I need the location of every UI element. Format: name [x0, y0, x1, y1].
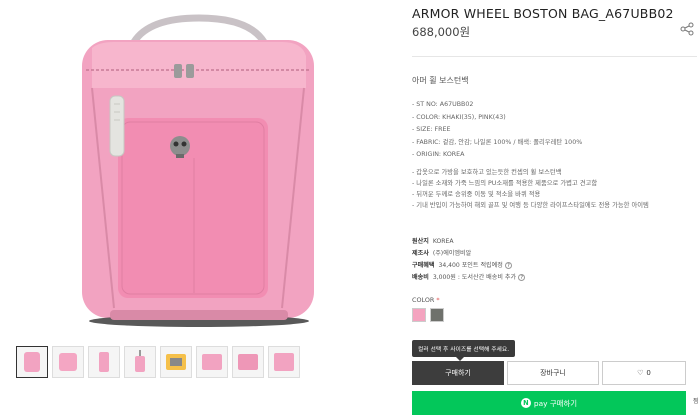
- thumbnail-7[interactable]: [232, 346, 264, 378]
- color-label-text: COLOR: [412, 296, 435, 304]
- product-subtitle: 아머 휠 보스턴백: [412, 76, 469, 85]
- npay-button[interactable]: N pay 구매하기: [412, 391, 686, 415]
- thumbnail-4[interactable]: [124, 346, 156, 378]
- thumbnail-5[interactable]: [160, 346, 192, 378]
- like-count: 0: [646, 369, 651, 377]
- share-icon[interactable]: [680, 22, 694, 36]
- color-option-label: COLOR *: [412, 296, 440, 304]
- maker-label: 제조사: [412, 250, 429, 257]
- help-icon[interactable]: ?: [518, 273, 526, 281]
- spec-item: - ORIGIN: KOREA: [412, 151, 465, 159]
- bag-side-thumb: [99, 352, 109, 372]
- spec-item: - FABRIC: 겉감, 안감; 나일론 100% / 배색: 폴리우레탄 1…: [412, 138, 583, 146]
- pink-wheel-bag-illustration: [82, 14, 314, 327]
- spec-item: - ST NO: A67UBB02: [412, 101, 474, 108]
- benefit-label: 구매혜택: [412, 262, 435, 269]
- thumbnail-2[interactable]: [52, 346, 84, 378]
- action-buttons: 구매하기 장바구니 ♡ 0: [412, 361, 686, 385]
- thumbnail-1[interactable]: [16, 346, 48, 378]
- heart-icon: ♡: [637, 369, 644, 377]
- cart-button[interactable]: 장바구니: [507, 361, 599, 385]
- bag-back-thumb: [274, 353, 294, 371]
- benefit-value: 34,400 포인트 적립예정: [438, 262, 503, 269]
- product-info-panel: ARMOR WHEEL BOSTON BAG_A67UBB02 688,000원…: [412, 0, 700, 420]
- thumbnail-6[interactable]: [196, 346, 228, 378]
- bag-front-thumb: [24, 352, 40, 372]
- select-tooltip: 컬러 선택 후 사이즈를 선택해 주세요.: [412, 340, 516, 361]
- product-main-image[interactable]: [14, 8, 384, 338]
- npay-logo-icon: N: [520, 398, 531, 408]
- thumbnail-8[interactable]: [268, 346, 300, 378]
- thumbnail-strip: [16, 346, 300, 378]
- divider: [412, 56, 697, 57]
- wishlist-link[interactable]: 찜: [693, 396, 699, 405]
- bag-angle-thumb: [59, 353, 77, 371]
- required-mark: *: [436, 296, 440, 304]
- shipping-label: 배송비: [412, 274, 429, 281]
- help-icon[interactable]: ?: [504, 261, 512, 269]
- product-title: ARMOR WHEEL BOSTON BAG_A67UBB02: [412, 6, 674, 21]
- swatch-khaki[interactable]: [430, 308, 444, 322]
- feature-item: - 나일론 소재와 가죽 느낌의 PU소재를 적용한 제품으로 가볍고 견고함: [412, 180, 598, 187]
- spec-item: - COLOR: KHAKI(35), PINK(43): [412, 113, 506, 121]
- npay-label: pay 구매하기: [533, 398, 578, 408]
- bag-inside-thumb: [166, 354, 186, 370]
- feature-list: - 갑옷으로 가방을 보호하고 있는듯한 컨셉의 휠 보스턴백 - 나일론 소재…: [412, 167, 690, 211]
- like-button[interactable]: ♡ 0: [602, 361, 686, 385]
- swatch-pink[interactable]: [412, 308, 426, 322]
- feature-item: - 기내 반입이 가능하여 해외 골프 및 여행 등 다양한 라이프스타일에도 …: [412, 202, 649, 209]
- maker-value: (주)에이엠비알: [432, 250, 472, 257]
- thumbnail-3[interactable]: [88, 346, 120, 378]
- feature-item: - 뒤꺼운 두께로 승위중 이동 및 적소을 바퀴 적용: [412, 191, 541, 198]
- feature-item: - 갑옷으로 가방을 보호하고 있는듯한 컨셉의 휠 보스턴백: [412, 169, 562, 176]
- shipping-value: 3,000원 : 도서산간 배송비 추가: [432, 274, 517, 281]
- origin-label: 원산지: [412, 238, 429, 245]
- bag-detail-thumb: [238, 354, 258, 370]
- product-price: 688,000원: [412, 25, 471, 39]
- spec-item: - SIZE: FREE: [412, 126, 451, 134]
- bag-open-thumb: [202, 354, 222, 370]
- buy-button[interactable]: 구매하기: [412, 361, 504, 385]
- spec-list: - ST NO: A67UBB02 - COLOR: KHAKI(35), PI…: [412, 99, 582, 162]
- origin-value: KOREA: [432, 238, 454, 245]
- product-meta: 원산지 KOREA 제조사 (주)에이엠비알 구매혜택 34,400 포인트 적립예정…: [412, 236, 526, 284]
- bag-handle-thumb: [135, 350, 145, 372]
- color-swatches: [412, 308, 444, 322]
